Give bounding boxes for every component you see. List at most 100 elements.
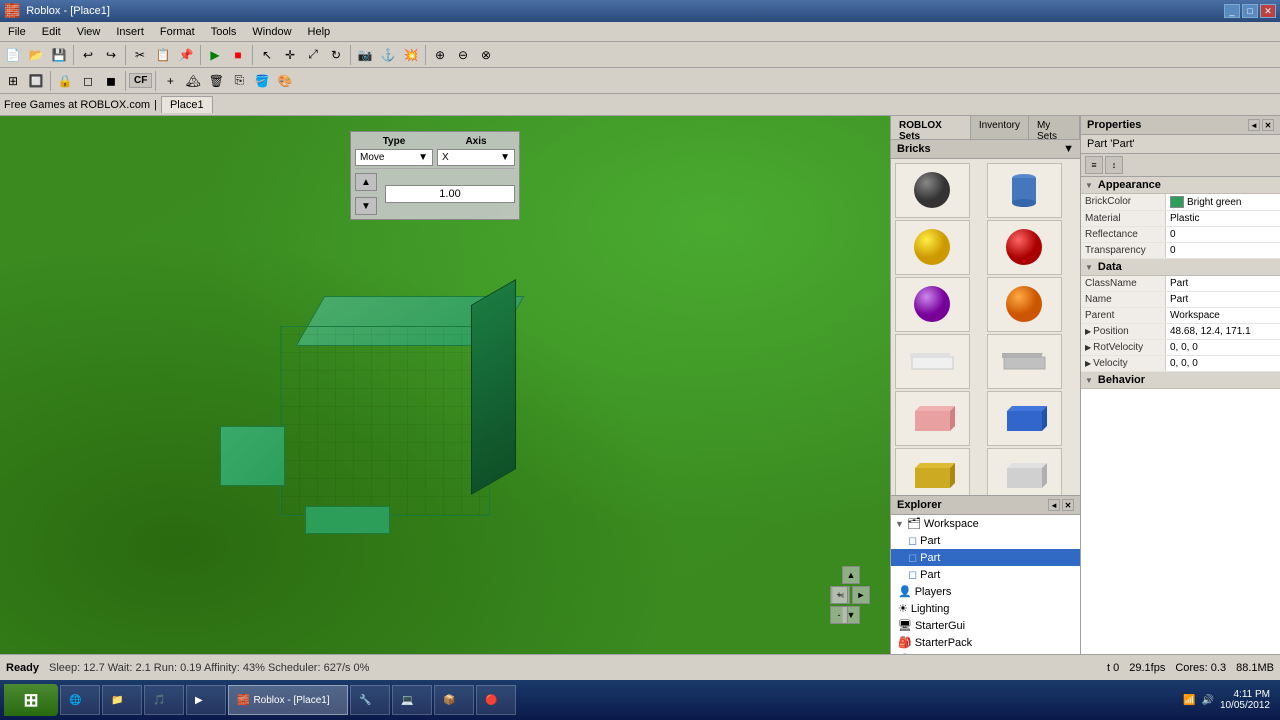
explorer-part2[interactable]: ◻ Part	[891, 549, 1080, 566]
taskbar-item-winamp[interactable]: ▶	[186, 685, 226, 715]
explorer-close-btn[interactable]: ✕	[1062, 499, 1074, 511]
tb-rotate[interactable]: ↻	[325, 44, 347, 66]
explorer-expand-btn[interactable]: ◄	[1048, 499, 1060, 511]
tb2-terrain[interactable]: 🏔	[182, 70, 204, 92]
properties-expand-btn[interactable]: ◄	[1248, 119, 1260, 131]
explorer-part3[interactable]: ◻ Part	[891, 566, 1080, 583]
down-arrow-button[interactable]: ▼	[355, 197, 377, 215]
brick-pink[interactable]	[895, 391, 970, 446]
behavior-section-header[interactable]: ▼ Behavior	[1081, 372, 1280, 389]
maximize-button[interactable]: □	[1242, 4, 1258, 18]
menu-help[interactable]: Help	[300, 24, 339, 40]
prop-tb-sort[interactable]: ↕	[1105, 156, 1123, 174]
prop-tb-list[interactable]: ≡	[1085, 156, 1103, 174]
explorer-lighting[interactable]: ☀ Lighting	[891, 600, 1080, 617]
place-tab[interactable]: Place1	[161, 96, 213, 113]
brick-sphere-yellow[interactable]	[895, 220, 970, 275]
tb-camera[interactable]: 📷	[354, 44, 376, 66]
velocity-expand-btn[interactable]: ▶	[1085, 359, 1091, 368]
tab-my-sets[interactable]: My Sets	[1029, 116, 1080, 139]
close-button[interactable]: ✕	[1260, 4, 1276, 18]
tb-negate[interactable]: ⊖	[452, 44, 474, 66]
tb-separate[interactable]: ⊗	[475, 44, 497, 66]
explorer-workspace[interactable]: ▼ 🗂 Workspace	[891, 515, 1080, 532]
clock[interactable]: 4:11 PM 10/05/2012	[1220, 689, 1270, 711]
taskbar-item-media[interactable]: 🎵	[144, 685, 184, 715]
menu-window[interactable]: Window	[244, 24, 299, 40]
brick-yellow-large[interactable]	[895, 448, 970, 495]
minimize-button[interactable]: _	[1224, 4, 1240, 18]
start-button[interactable]: ⊞	[4, 684, 58, 716]
brick-silver[interactable]	[987, 448, 1062, 495]
brick-blue[interactable]	[987, 391, 1062, 446]
viewport[interactable]: Type Move ▼ Axis X ▼	[0, 116, 890, 654]
zoom-out[interactable]: -	[830, 606, 848, 624]
tb-move[interactable]: ✛	[279, 44, 301, 66]
brick-sphere-orange[interactable]	[987, 277, 1062, 332]
brick-flat-gray[interactable]	[987, 334, 1062, 389]
brick-sphere-purple[interactable]	[895, 277, 970, 332]
tb-save[interactable]: 💾	[48, 44, 70, 66]
tb2-grid[interactable]: ⊞	[2, 70, 24, 92]
material-value[interactable]: Plastic	[1166, 211, 1280, 226]
tb-stop[interactable]: ■	[227, 44, 249, 66]
menu-edit[interactable]: Edit	[34, 24, 69, 40]
tb-new[interactable]: 📄	[2, 44, 24, 66]
tab-inventory[interactable]: Inventory	[971, 116, 1029, 139]
taskbar-item-roblox[interactable]: 🧱 Roblox - [Place1]	[228, 685, 348, 715]
tb-anchor[interactable]: ⚓	[377, 44, 399, 66]
taskbar-item-extra4[interactable]: 🔴	[476, 685, 516, 715]
tb-undo[interactable]: ↩	[77, 44, 99, 66]
tb2-paint[interactable]: 🎨	[274, 70, 296, 92]
tb2-snap[interactable]: 🔲	[25, 70, 47, 92]
taskbar-item-extra1[interactable]: 🔧	[350, 685, 390, 715]
reflectance-value[interactable]: 0	[1166, 227, 1280, 242]
brickcolor-value[interactable]: Bright green	[1166, 194, 1280, 210]
position-value[interactable]: 48.68, 12.4, 171.1	[1166, 324, 1280, 339]
taskbar-item-extra3[interactable]: 📦	[434, 685, 474, 715]
menu-file[interactable]: File	[0, 24, 34, 40]
appearance-section-header[interactable]: ▼ Appearance	[1081, 177, 1280, 194]
position-expand-btn[interactable]: ▶	[1085, 327, 1091, 336]
tb-scale[interactable]: ⤢	[302, 44, 324, 66]
explorer-part1[interactable]: ◻ Part	[891, 532, 1080, 549]
rotvelocity-value[interactable]: 0, 0, 0	[1166, 340, 1280, 355]
tb2-fill[interactable]: 🪣	[251, 70, 273, 92]
tb2-group[interactable]: ◻	[77, 70, 99, 92]
tb-cut[interactable]: ✂	[129, 44, 151, 66]
transparency-value[interactable]: 0	[1166, 243, 1280, 258]
tb-open[interactable]: 📂	[25, 44, 47, 66]
value-input[interactable]	[385, 185, 515, 203]
taskbar-item-folder[interactable]: 📁	[102, 685, 142, 715]
tb2-clone[interactable]: ⎘	[228, 70, 250, 92]
properties-close-btn[interactable]: ✕	[1262, 119, 1274, 131]
menu-view[interactable]: View	[69, 24, 109, 40]
menu-format[interactable]: Format	[152, 24, 203, 40]
up-arrow-button[interactable]: ▲	[355, 173, 377, 191]
explorer-starterpack[interactable]: 🎒 StarterPack	[891, 634, 1080, 651]
zoom-in[interactable]: +	[830, 586, 848, 604]
axis-dropdown[interactable]: X ▼	[437, 149, 515, 166]
type-dropdown[interactable]: Move ▼	[355, 149, 433, 166]
brick-sphere-dark[interactable]	[895, 163, 970, 218]
menu-tools[interactable]: Tools	[203, 24, 245, 40]
nav-up[interactable]: ▲	[842, 566, 860, 584]
brick-flat-white[interactable]	[895, 334, 970, 389]
tb2-delete[interactable]: 🗑	[205, 70, 227, 92]
tb2-insert[interactable]: +	[159, 70, 181, 92]
nav-right[interactable]: ►	[852, 586, 870, 604]
data-section-header[interactable]: ▼ Data	[1081, 259, 1280, 276]
tb-union[interactable]: ⊕	[429, 44, 451, 66]
rotvelocity-expand-btn[interactable]: ▶	[1085, 343, 1091, 352]
tb-paste[interactable]: 📌	[175, 44, 197, 66]
explorer-startergui[interactable]: 🖥 StarterGui	[891, 617, 1080, 634]
name-prop-value[interactable]: Part	[1166, 292, 1280, 307]
tb2-lock[interactable]: 🔒	[54, 70, 76, 92]
tb2-ungroup[interactable]: ◼	[100, 70, 122, 92]
explorer-players[interactable]: 👤 Players	[891, 583, 1080, 600]
brick-cylinder-blue[interactable]	[987, 163, 1062, 218]
tb-redo[interactable]: ↪	[100, 44, 122, 66]
bricks-dropdown-arrow[interactable]: ▼	[1063, 143, 1074, 155]
tb-play[interactable]: ▶	[204, 44, 226, 66]
tb-select[interactable]: ↖	[256, 44, 278, 66]
